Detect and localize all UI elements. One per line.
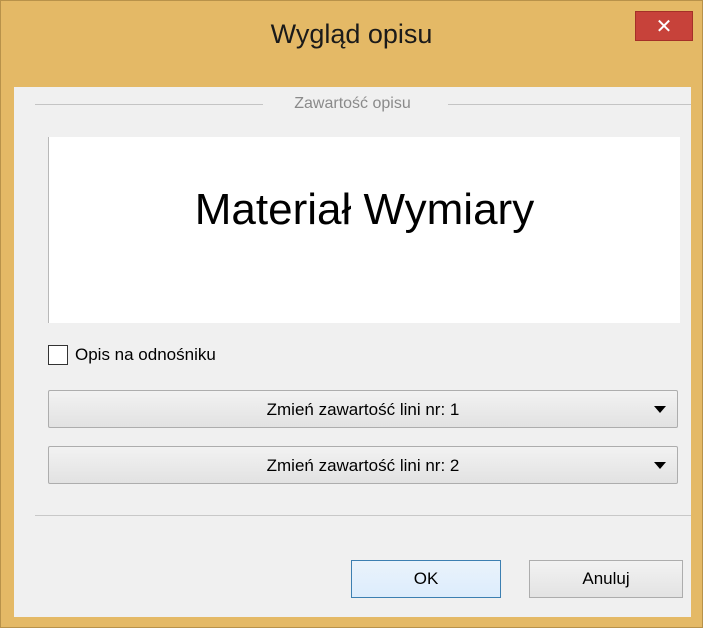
label-on-leader-option[interactable]: Opis na odnośniku	[48, 343, 216, 367]
dialog-window: Wygląd opisu ✕ Zawartość opisu Materiał …	[0, 0, 703, 628]
cancel-button[interactable]: Anuluj	[529, 560, 683, 598]
label-on-leader-label[interactable]: Opis na odnośniku	[75, 345, 216, 365]
line-1-dropdown[interactable]: Zmień zawartość lini nr: 1	[48, 390, 678, 428]
preview-text: Materiał Wymiary	[194, 185, 535, 234]
chevron-down-icon	[654, 406, 666, 413]
description-preview: Materiał Wymiary	[48, 137, 680, 323]
chevron-down-icon	[654, 462, 666, 469]
group-title: Zawartość opisu	[292, 95, 413, 112]
line-2-dropdown[interactable]: Zmień zawartość lini nr: 2	[48, 446, 678, 484]
label-on-leader-checkbox[interactable]	[48, 345, 68, 365]
close-icon: ✕	[655, 15, 673, 38]
title-bar[interactable]: Wygląd opisu ✕	[1, 1, 702, 87]
line-2-dropdown-label: Zmień zawartość lini nr: 2	[266, 456, 460, 475]
ok-button[interactable]: OK	[351, 560, 501, 598]
window-title: Wygląd opisu	[270, 19, 433, 49]
dialog-client-area: Zawartość opisu Materiał Wymiary Opis na…	[14, 87, 691, 617]
line-1-dropdown-label: Zmień zawartość lini nr: 1	[266, 400, 460, 419]
close-button[interactable]: ✕	[635, 11, 693, 41]
group-title-row: Zawartość opisu	[14, 95, 691, 113]
footer-separator	[35, 515, 691, 516]
